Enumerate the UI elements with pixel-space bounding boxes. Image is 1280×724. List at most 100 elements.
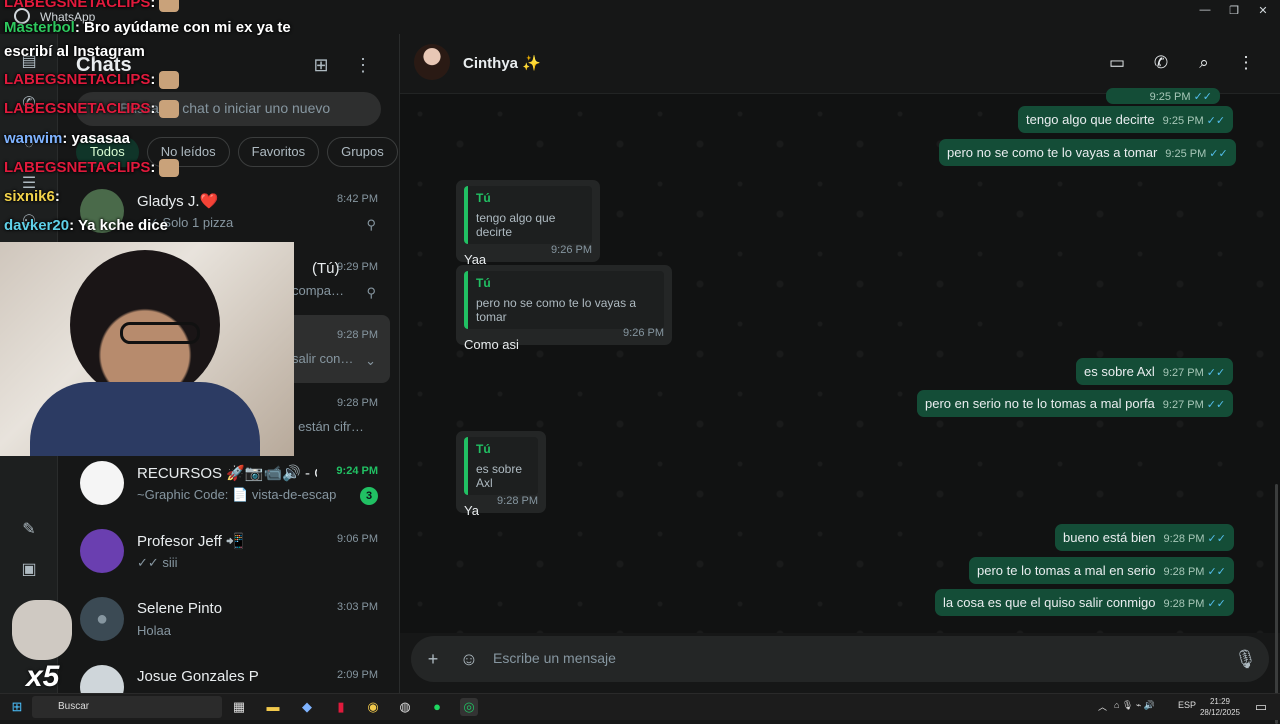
close-button[interactable]: ✕ [1248,4,1278,18]
chat-item[interactable]: ● Selene Pinto Holaa 3:03 PM [70,587,390,655]
chat-name: RECURSOS 🚀📷📹🔊 - Gr... [137,465,317,482]
message-bubble-in[interactable]: Tú es sobre Axl Ya 9:28 PM [456,431,546,518]
message-bubble-out[interactable]: la cosa es que el quiso salir conmigo 9:2… [935,589,1234,616]
contact-avatar[interactable] [414,44,450,80]
minimize-button[interactable]: — [1190,4,1220,18]
menu-icon[interactable]: ⋮ [1235,52,1257,74]
chat-preview: compa… [292,283,345,298]
chat-text: : [54,188,60,205]
message-bubble-out[interactable]: tengo algo que decirte 9:25 PM ✓✓ [1018,106,1234,133]
chat-time: 9:24 PM [336,465,378,477]
read-ticks-icon: ✓✓ [1207,598,1226,610]
chat-time: 2:09 PM [337,669,378,681]
message-bubble-out[interactable]: pero no se como te lo vayas a tomar 9:25 … [939,139,1236,166]
notifications-icon[interactable]: ▭ [1252,698,1270,716]
chat-username: wanwim [4,130,63,147]
message-bubble-out[interactable]: pero en serio no te lo tomas a mal porfa… [917,390,1234,417]
streamer-shirt [30,382,260,456]
windows-start-icon[interactable]: ⊞ [8,698,26,716]
stream-chat-line: wanwim: yasasaa [4,130,130,147]
starred-icon[interactable]: ✎ [19,520,39,540]
new-chat-icon[interactable]: ⊞ [310,54,332,76]
filter-favorites[interactable]: Favoritos [237,137,320,167]
default-avatar-icon: ● [80,597,124,641]
chat-username: davker20 [4,217,70,234]
message-area: 9:25 PM ✓✓ tengo algo que decirte 9:25 PM ✓… [400,88,1280,724]
chat-item[interactable]: Gladys J.❤️ ✓✓ Solo 1 pizza 8:42 PM ⚲ [70,179,390,247]
language-indicator[interactable]: ESP [1178,700,1196,710]
tray-icons[interactable]: ⌂ 🎙 ⌁ 🔊 [1114,700,1155,711]
multiplier-label: x5 [26,660,60,693]
message-bubble-out[interactable]: es sobre Axl 9:27 PM ✓✓ [1076,358,1234,385]
cat-emote-icon [159,0,180,13]
avatar [80,665,124,693]
chat-time: 9:06 PM [337,533,378,545]
message-time: 9:25 PM [1149,91,1191,103]
task-view-icon[interactable]: ▦ [230,698,248,716]
quote-author: Tú [476,191,491,205]
message-bubble-in[interactable]: Tú pero no se como te lo vayas a tomar Co… [456,265,672,352]
message-bubble-in[interactable]: Tú tengo algo que decirte Yaa 9:26 PM [456,180,600,267]
tray-chevron-icon[interactable]: ︿ [1098,700,1107,713]
attach-icon[interactable]: + [422,648,444,670]
scrollbar[interactable] [1275,484,1278,724]
app-icon[interactable]: ▮ [332,698,350,716]
clock-date: 28/12/2025 [1199,708,1241,717]
avatar [80,461,124,505]
sticker-icon[interactable]: ☺ [458,648,480,670]
stream-chat-line: LABEGSNETACLIPS: [4,71,180,90]
message-bubble-out[interactable]: pero te lo tomas a mal en serio 9:28 PM ✓✓ [969,557,1234,584]
stream-chat-line: davker20: Ya kche dice [4,217,168,234]
message-text: tengo algo que decirte [1026,112,1155,127]
message-bubble-out[interactable]: bueno está bien 9:28 PM ✓✓ [1055,524,1234,551]
whatsapp-taskbar-icon[interactable]: ◎ [460,698,478,716]
quoted-message[interactable]: Tú pero no se como te lo vayas a tomar [464,271,664,329]
filter-groups[interactable]: Grupos [327,137,398,167]
read-ticks-icon: ✓✓ [1207,566,1226,578]
chat-item[interactable]: RECURSOS 🚀📷📹🔊 - Gr... ~Graphic Code: 📄 v… [70,451,390,519]
read-ticks-icon: ✓✓ [1209,148,1228,160]
chat-name: Selene Pinto [137,600,223,617]
quoted-message[interactable]: Tú es sobre Axl [464,437,538,495]
spotify-icon[interactable]: ● [428,698,446,716]
pin-icon: ⚲ [366,285,376,300]
conversation-header[interactable]: Cinthya ✨ ▭ ✆ ⌕ ⋮ [400,34,1280,94]
obs-icon[interactable]: ◍ [396,698,414,716]
taskbar-clock[interactable]: 21:29 28/12/2025 [1196,696,1244,718]
microphone-icon[interactable]: 🎙 [1234,648,1257,670]
notes-icon[interactable]: ◆ [298,698,316,716]
message-time: 9:28 PM [1163,598,1205,610]
message-time: 9:27 PM [1162,367,1204,379]
media-icon[interactable]: ▣ [19,560,39,580]
message-text: pero no se como te lo vayas a tomar [947,145,1158,160]
message-text: bueno está bien [1063,530,1156,545]
chat-time: 9:29 PM [337,261,378,273]
voice-call-icon[interactable]: ✆ [1150,52,1172,74]
search-icon[interactable]: ⌕ [1193,52,1215,74]
message-bubble-out[interactable]: 9:25 PM ✓✓ [1106,88,1220,104]
message-time: 9:28 PM [1163,566,1205,578]
read-ticks-icon: ✓✓ [1193,91,1212,103]
video-call-icon[interactable]: ▭ [1106,52,1128,74]
read-ticks-icon: ✓✓ [1206,399,1226,411]
chat-name: Josue Gonzales P [137,668,259,685]
contact-name[interactable]: Cinthya ✨ [463,54,541,72]
chat-item[interactable]: Josue Gonzales P 2:09 PM [70,655,390,693]
maximize-button[interactable]: ❐ [1219,4,1249,18]
message-time: 9:26 PM [551,244,592,256]
message-time: 9:28 PM [1163,533,1205,545]
chat-time: 3:03 PM [337,601,378,613]
message-input[interactable]: Escribe un mensaje [493,650,616,666]
chat-username: LABEGSNETACLIPS [4,0,151,11]
message-time: 9:27 PM [1162,399,1204,411]
chat-text: : [150,159,156,176]
quote-author: Tú [476,276,491,290]
file-explorer-icon[interactable]: ▬ [264,698,282,716]
chat-item[interactable]: Profesor Jeff 📲 ✓✓ siii 9:06 PM [70,519,390,587]
message-composer[interactable]: + ☺ Escribe un mensaje 🎙 [411,636,1269,682]
chrome-icon[interactable]: ◉ [364,698,382,716]
quoted-message[interactable]: Tú tengo algo que decirte [464,186,592,244]
taskbar-search[interactable]: Buscar [32,696,222,718]
chevron-down-icon[interactable]: ⌄ [365,353,376,369]
menu-icon[interactable]: ⋮ [352,54,374,76]
